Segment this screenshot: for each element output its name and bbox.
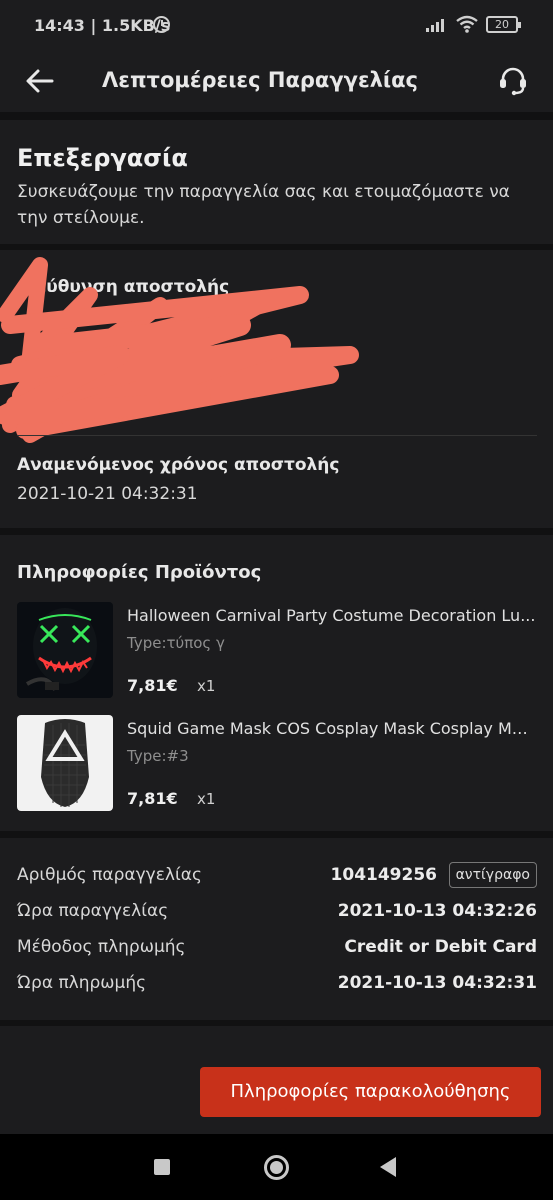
signal-icon <box>426 16 448 32</box>
product-thumbnail <box>17 602 113 698</box>
product-name: Squid Game Mask COS Cosplay Mask Cosplay… <box>127 719 537 738</box>
payment-method-value: Credit or Debit Card <box>344 937 537 957</box>
copy-order-number-button[interactable]: αντίγραφο <box>448 862 537 888</box>
order-status-card: Επεξεργασία Συσκευάζουμε την παραγγελία … <box>0 120 553 244</box>
battery-icon: 20 <box>486 16 521 33</box>
product-info-card: Πληροφορίες Προϊόντος Halloween Carnival… <box>0 535 553 831</box>
payment-method-row: Μέθοδος πληρωμής Credit or Debit Card <box>17 937 537 963</box>
alarm-icon <box>153 16 170 33</box>
order-number-row: Αριθμός παραγγελίας 104149256 αντίγραφο <box>17 862 537 891</box>
app-header: Λεπτομέρειες Παραγγελίας <box>0 50 553 112</box>
system-navigation-bar <box>0 1134 553 1200</box>
bottom-action-bar: Πληροφορίες παρακολούθησης <box>0 1026 553 1134</box>
product-quantity: x1 <box>197 790 216 808</box>
product-price: 7,81€ <box>127 676 178 695</box>
product-quantity: x1 <box>197 677 216 695</box>
product-type: Type:τύπος γ <box>127 634 225 652</box>
product-price: 7,81€ <box>127 789 178 808</box>
redacted-address-scribble <box>0 257 359 443</box>
product-name: Halloween Carnival Party Costume Decorat… <box>127 606 536 625</box>
order-info-card: Αριθμός παραγγελίας 104149256 αντίγραφο … <box>0 838 553 1020</box>
wifi-icon <box>456 15 478 33</box>
order-number-value: 104149256 <box>330 865 437 885</box>
order-time-row: Ώρα παραγγελίας 2021-10-13 04:32:26 <box>17 901 537 927</box>
shipping-address-card: Διεύθυνση αποστολής Αναμενόμενος χρόνος … <box>0 250 553 528</box>
led-mask-image <box>17 602 113 698</box>
product-item[interactable]: Squid Game Mask COS Cosplay Mask Cosplay… <box>17 715 537 811</box>
order-status-heading: Επεξεργασία <box>17 144 188 172</box>
system-status-bar: 14:43 | 1.5KB/s 20 <box>0 0 553 50</box>
order-number-label: Αριθμός παραγγελίας <box>17 865 202 885</box>
payment-time-value: 2021-10-13 04:32:31 <box>337 973 537 993</box>
order-time-value: 2021-10-13 04:32:26 <box>337 901 537 921</box>
product-info-title: Πληροφορίες Προϊόντος <box>17 562 262 583</box>
payment-method-label: Μέθοδος πληρωμής <box>17 937 186 957</box>
section-divider <box>17 435 537 436</box>
order-status-description: Συσκευάζουμε την παραγγελία σας και ετοι… <box>17 182 510 228</box>
back-arrow-icon[interactable] <box>22 63 58 99</box>
status-time: 14:43 | 1.5KB/s <box>34 16 171 35</box>
estimated-shipping-value: 2021-10-21 04:32:31 <box>17 484 198 504</box>
headset-support-icon[interactable] <box>494 62 532 100</box>
back-triangle-icon[interactable] <box>380 1157 396 1177</box>
product-thumbnail <box>17 715 113 811</box>
squid-game-mask-image <box>17 715 113 811</box>
product-item[interactable]: Halloween Carnival Party Costume Decorat… <box>17 602 537 698</box>
recent-apps-icon[interactable] <box>154 1159 170 1175</box>
payment-time-label: Ώρα πληρωμής <box>17 973 147 993</box>
tracking-info-button[interactable]: Πληροφορίες παρακολούθησης <box>200 1067 541 1117</box>
home-icon[interactable] <box>264 1155 289 1180</box>
page-title: Λεπτομέρειες Παραγγελίας <box>102 68 418 92</box>
order-time-label: Ώρα παραγγελίας <box>17 901 169 921</box>
estimated-shipping-label: Αναμενόμενος χρόνος αποστολής <box>17 455 340 475</box>
payment-time-row: Ώρα πληρωμής 2021-10-13 04:32:31 <box>17 973 537 999</box>
product-type: Type:#3 <box>127 747 189 765</box>
